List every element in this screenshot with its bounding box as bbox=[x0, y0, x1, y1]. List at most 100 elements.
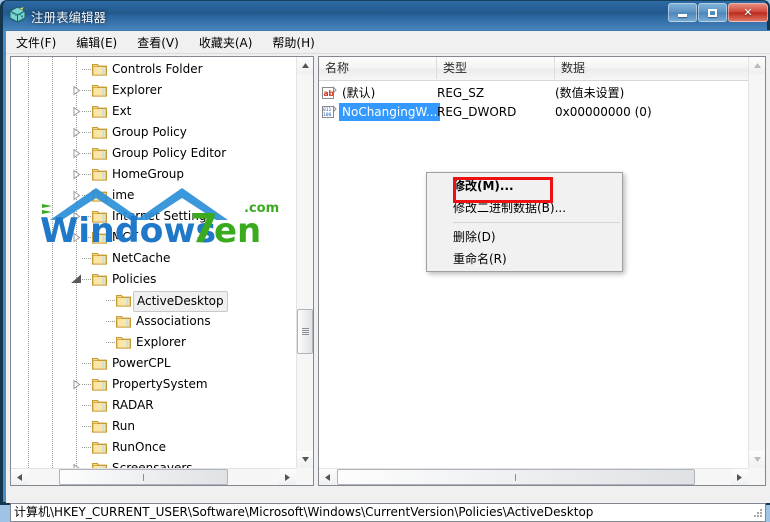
maximize-button[interactable] bbox=[698, 3, 727, 22]
expand-arrow-icon[interactable] bbox=[71, 85, 82, 96]
tree-connector bbox=[82, 258, 91, 259]
registry-editor-window: 注册表编辑器 ✕ 文件(F) 编辑(E) 查看(V) 收藏夹(A) 帮助(H) Cont… bbox=[0, 0, 770, 522]
tree-item-group-policy[interactable]: Group Policy bbox=[11, 122, 297, 143]
column-type[interactable]: 类型 bbox=[437, 57, 555, 79]
folder-icon bbox=[92, 104, 107, 118]
status-path: 计算机\HKEY_CURRENT_USER\Software\Microsoft… bbox=[14, 505, 594, 519]
resize-grip-icon[interactable] bbox=[751, 508, 763, 520]
menu-favorites[interactable]: 收藏夹(A) bbox=[189, 31, 263, 54]
value-name: NoChangingW... bbox=[339, 103, 441, 121]
list-scroll-right-button[interactable] bbox=[731, 469, 748, 485]
tree-item-label: Group Policy bbox=[112, 125, 187, 139]
folder-icon bbox=[92, 167, 107, 181]
tree-scroll-thumb[interactable] bbox=[297, 309, 313, 354]
folder-icon bbox=[92, 209, 107, 223]
registry-tree[interactable]: Controls Folder Explorer Ext Group Policy Gr… bbox=[11, 57, 297, 468]
minimize-button[interactable] bbox=[668, 3, 697, 22]
tree-item-internet-settings[interactable]: Internet Settings bbox=[11, 206, 297, 227]
tree-item-homegroup[interactable]: HomeGroup bbox=[11, 164, 297, 185]
tree-scroll-up-button[interactable] bbox=[297, 57, 313, 74]
tree-item-propertysystem[interactable]: PropertySystem bbox=[11, 374, 297, 395]
folder-icon bbox=[92, 146, 107, 160]
split-panes: Controls Folder Explorer Ext Group Policy Gr… bbox=[10, 56, 766, 499]
tree-item-label: Explorer bbox=[112, 83, 162, 97]
tree-connector bbox=[82, 174, 91, 175]
tree-item-label: RunOnce bbox=[112, 440, 167, 454]
ctx-rename[interactable]: 重命名(R) bbox=[427, 248, 622, 270]
tree-item-activedesktop[interactable]: ActiveDesktop bbox=[11, 290, 297, 312]
tree-item-explorer[interactable]: Explorer bbox=[11, 80, 297, 101]
tree-item-netcache[interactable]: NetCache bbox=[11, 248, 297, 269]
list-hscroll-thumb[interactable] bbox=[337, 469, 695, 485]
list-scroll-down-button[interactable] bbox=[749, 451, 765, 468]
expand-arrow-icon[interactable] bbox=[71, 106, 82, 117]
tree-item-policies[interactable]: Policies bbox=[11, 269, 297, 290]
tree-item-mct[interactable]: MCT bbox=[11, 227, 297, 248]
menu-bar: 文件(F) 编辑(E) 查看(V) 收藏夹(A) 帮助(H) bbox=[6, 31, 770, 54]
registry-tree-pane[interactable]: Controls Folder Explorer Ext Group Policy Gr… bbox=[10, 56, 314, 486]
value-row[interactable]: ab (默认) REG_SZ (数值未设置) bbox=[319, 84, 748, 102]
tree-item-label: Explorer bbox=[136, 335, 186, 349]
value-row[interactable]: 011 100 NoChangingW... REG_DWORD 0x00000000 … bbox=[319, 103, 748, 121]
close-button[interactable]: ✕ bbox=[728, 3, 768, 22]
tree-scroll-down-button[interactable] bbox=[297, 451, 313, 468]
tree-item-label: Screensavers bbox=[112, 461, 193, 468]
tree-scroll-corner bbox=[296, 468, 313, 485]
folder-icon bbox=[92, 461, 107, 468]
menu-help[interactable]: 帮助(H) bbox=[262, 31, 324, 54]
tree-item-label: PowerCPL bbox=[112, 356, 171, 370]
menu-view[interactable]: 查看(V) bbox=[127, 31, 189, 54]
tree-item-label: Run bbox=[112, 419, 136, 433]
folder-icon bbox=[92, 377, 107, 391]
tree-item-group-policy-editor[interactable]: Group Policy Editor bbox=[11, 143, 297, 164]
column-data[interactable]: 数据 bbox=[555, 57, 765, 79]
tree-item-powercpl[interactable]: PowerCPL bbox=[11, 353, 297, 374]
menu-file[interactable]: 文件(F) bbox=[6, 31, 66, 54]
list-horizontal-scrollbar[interactable] bbox=[319, 468, 748, 485]
value-name: (默认) bbox=[342, 86, 376, 100]
tree-item-runonce[interactable]: RunOnce bbox=[11, 437, 297, 458]
window-title: 注册表编辑器 bbox=[31, 10, 107, 25]
expand-arrow-icon[interactable] bbox=[71, 148, 82, 159]
tree-item-explorer[interactable]: Explorer bbox=[11, 332, 297, 353]
expand-arrow-icon[interactable] bbox=[71, 379, 82, 390]
value-data: 0x00000000 (0) bbox=[555, 105, 652, 119]
tree-scroll-left-button[interactable] bbox=[11, 469, 28, 485]
folder-icon bbox=[92, 251, 107, 265]
expand-arrow-icon[interactable] bbox=[71, 169, 82, 180]
tree-item-ext[interactable]: Ext bbox=[11, 101, 297, 122]
tree-item-label: Internet Settings bbox=[112, 209, 213, 223]
tree-item-controls-folder[interactable]: Controls Folder bbox=[11, 59, 297, 80]
expand-arrow-icon[interactable] bbox=[71, 127, 82, 138]
expand-arrow-icon[interactable] bbox=[71, 232, 82, 243]
expand-arrow-icon[interactable] bbox=[71, 211, 82, 222]
expand-arrow-icon[interactable] bbox=[71, 190, 82, 201]
tree-vertical-scrollbar[interactable] bbox=[296, 57, 313, 468]
tree-item-run[interactable]: Run bbox=[11, 416, 297, 437]
value-type: REG_DWORD bbox=[437, 105, 517, 119]
tree-item-associations[interactable]: Associations bbox=[11, 311, 297, 332]
values-list-body[interactable]: ab (默认) REG_SZ (数值未设置) 011 100 NoChangingW... R… bbox=[319, 80, 748, 468]
list-scroll-up-button[interactable] bbox=[749, 57, 765, 74]
tree-item-radar[interactable]: RADAR bbox=[11, 395, 297, 416]
collapse-arrow-icon[interactable] bbox=[71, 274, 82, 285]
list-scroll-left-button[interactable] bbox=[319, 469, 336, 485]
title-bar[interactable]: 注册表编辑器 ✕ bbox=[3, 1, 768, 30]
status-bar: 计算机\HKEY_CURRENT_USER\Software\Microsoft… bbox=[10, 503, 766, 522]
context-menu[interactable]: 修改(M)... 修改二进制数据(B)... 删除(D) 重命名(R) bbox=[426, 172, 623, 272]
tree-hscroll-thumb[interactable] bbox=[59, 469, 228, 485]
ctx-delete[interactable]: 删除(D) bbox=[427, 226, 622, 248]
tree-scroll-right-button[interactable] bbox=[279, 469, 296, 485]
close-icon: ✕ bbox=[743, 6, 753, 19]
dword-value-icon: 011 100 bbox=[321, 104, 337, 120]
tree-item-ime[interactable]: ime bbox=[11, 185, 297, 206]
folder-icon bbox=[92, 62, 107, 76]
tree-horizontal-scrollbar[interactable] bbox=[11, 468, 296, 485]
tree-connector bbox=[106, 321, 115, 322]
menu-edit[interactable]: 编辑(E) bbox=[66, 31, 127, 54]
list-vertical-scrollbar[interactable] bbox=[748, 57, 765, 468]
tree-item-screensavers[interactable]: Screensavers bbox=[11, 458, 297, 468]
tree-connector bbox=[82, 279, 91, 280]
tree-item-label: Policies bbox=[112, 272, 157, 286]
column-name[interactable]: 名称 bbox=[319, 57, 437, 79]
